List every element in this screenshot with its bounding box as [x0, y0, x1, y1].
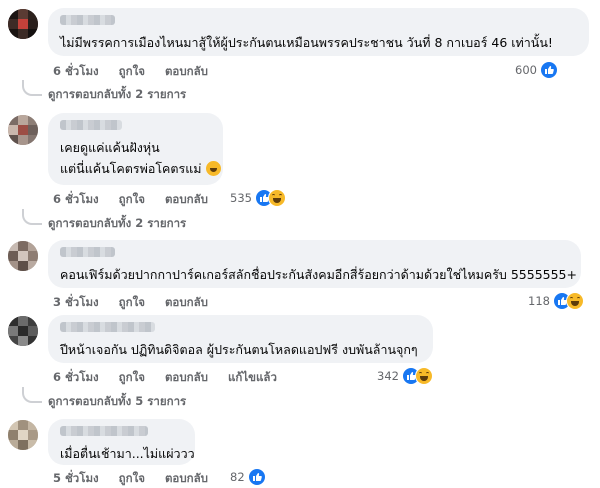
author-name-blurred[interactable] [60, 426, 148, 436]
author-name-blurred[interactable] [60, 247, 115, 257]
author-name-blurred[interactable] [60, 120, 122, 130]
reaction-summary[interactable]: 342 [377, 367, 433, 385]
like-button[interactable]: ถูกใจ [119, 370, 145, 384]
reaction-count: 600 [515, 63, 537, 77]
view-replies-link[interactable]: ดูการตอบกลับทั้ง 2 รายการ [48, 215, 186, 233]
timestamp[interactable]: 6 ชั่วโมง [53, 370, 99, 384]
comment-actions: 5 ชั่วโมง ถูกใจ ตอบกลับ [53, 470, 224, 488]
author-name-blurred[interactable] [60, 322, 155, 332]
reaction-summary[interactable]: 82 [230, 468, 266, 486]
avatar[interactable] [8, 420, 38, 450]
like-button[interactable]: ถูกใจ [119, 64, 145, 78]
comment-text: คอนเฟิร์มด้วยปากกาปาร์คเกอร์สลักชื่อประก… [60, 267, 577, 282]
like-icon [247, 468, 266, 486]
reaction-count: 535 [230, 191, 252, 205]
reply-thread-line [22, 209, 42, 225]
comment-text-line2-row: แต่นี่แค้นโคตรพ่อโคตรแม่ [60, 158, 221, 179]
reaction-summary[interactable]: 600 [515, 61, 558, 79]
view-replies-link[interactable]: ดูการตอบกลับทั้ง 5 รายการ [48, 393, 186, 411]
comment-text-line2: แต่นี่แค้นโคตรพ่อโคตรแม่ [60, 161, 202, 176]
comment-text: เมื่อตื่นเช้ามา...ไม่แผ่ววว [60, 446, 195, 461]
reaction-summary[interactable]: 535 [230, 189, 286, 207]
comment-bubble: เมื่อตื่นเช้ามา...ไม่แผ่ววว [48, 419, 195, 465]
laughing-emoji-icon [205, 161, 221, 176]
like-button[interactable]: ถูกใจ [119, 471, 145, 485]
timestamp[interactable]: 6 ชั่วโมง [53, 64, 99, 78]
reaction-count: 342 [377, 369, 399, 383]
reaction-count: 82 [230, 470, 245, 484]
reply-button[interactable]: ตอบกลับ [165, 471, 208, 485]
edited-label[interactable]: แก้ไขแล้ว [228, 370, 277, 384]
reply-thread-line [22, 80, 42, 96]
haha-icon [267, 189, 286, 207]
reply-button[interactable]: ตอบกลับ [165, 64, 208, 78]
reply-button[interactable]: ตอบกลับ [165, 192, 208, 206]
haha-icon [565, 292, 584, 310]
avatar[interactable] [8, 316, 38, 346]
comment-actions: 6 ชั่วโมง ถูกใจ ตอบกลับ [53, 63, 224, 81]
avatar[interactable] [8, 241, 38, 271]
reply-thread-line [22, 387, 42, 403]
comment-bubble: ปีหน้าเจอกัน ปฏิทินดิจิตอล ผู้ประกันตนโห… [48, 315, 433, 363]
reply-button[interactable]: ตอบกลับ [165, 295, 208, 309]
avatar[interactable] [8, 9, 38, 39]
timestamp[interactable]: 5 ชั่วโมง [53, 471, 99, 485]
comment-bubble: ไม่มีพรรคการเมืองไหนมาสู้ให้ผู้ประกันตนเ… [48, 8, 589, 56]
avatar[interactable] [8, 115, 38, 145]
author-name-blurred[interactable] [60, 15, 115, 25]
comment-actions: 6 ชั่วโมง ถูกใจ ตอบกลับ แก้ไขแล้ว [53, 369, 293, 387]
timestamp[interactable]: 3 ชั่วโมง [53, 295, 99, 309]
like-button[interactable]: ถูกใจ [119, 295, 145, 309]
comment-actions: 6 ชั่วโมง ถูกใจ ตอบกลับ [53, 191, 224, 209]
haha-icon [414, 367, 433, 385]
reply-button[interactable]: ตอบกลับ [165, 370, 208, 384]
comment-text-line1: เคยดูแค่แค้นฝังหุ่น [60, 140, 160, 155]
comment-text: ปีหน้าเจอกัน ปฏิทินดิจิตอล ผู้ประกันตนโห… [60, 342, 418, 357]
comment-bubble: คอนเฟิร์มด้วยปากกาปาร์คเกอร์สลักชื่อประก… [48, 240, 581, 288]
timestamp[interactable]: 6 ชั่วโมง [53, 192, 99, 206]
like-button[interactable]: ถูกใจ [119, 192, 145, 206]
like-icon [539, 61, 558, 79]
reaction-count: 118 [528, 294, 550, 308]
reaction-summary[interactable]: 118 [528, 292, 584, 310]
comment-actions: 3 ชั่วโมง ถูกใจ ตอบกลับ [53, 294, 224, 312]
view-replies-link[interactable]: ดูการตอบกลับทั้ง 2 รายการ [48, 86, 186, 104]
comment-bubble: เคยดูแค่แค้นฝังหุ่น แต่นี่แค้นโคตรพ่อโคต… [48, 113, 223, 185]
comment-text: ไม่มีพรรคการเมืองไหนมาสู้ให้ผู้ประกันตนเ… [60, 35, 553, 50]
